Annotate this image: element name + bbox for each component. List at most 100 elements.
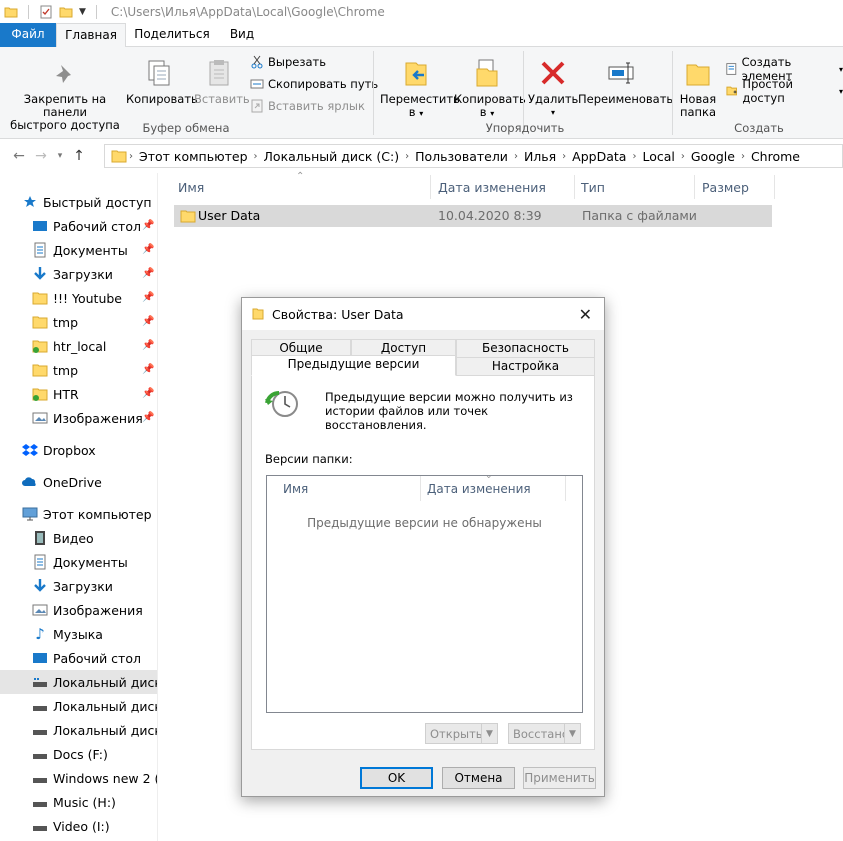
back-arrow-icon[interactable]: ← — [8, 145, 30, 167]
nav-item-drive-f[interactable]: Docs (F:) — [32, 742, 157, 766]
tab-file[interactable]: Файл — [0, 23, 56, 47]
pin-icon[interactable]: 📌 — [142, 388, 154, 399]
nav-this-pc[interactable]: Этот компьютер — [22, 502, 157, 526]
pin-icon[interactable]: 📌 — [142, 364, 154, 375]
nav-quick-access[interactable]: Быстрый доступ — [22, 190, 157, 214]
nav-item-downloads-pc[interactable]: Загрузки — [32, 574, 157, 598]
nav-item-videos[interactable]: Видео — [32, 526, 157, 550]
ok-button[interactable]: OK — [360, 767, 433, 789]
up-arrow-icon[interactable]: ↑ — [68, 145, 90, 167]
open-button[interactable]: Открыть ▼ — [425, 723, 498, 744]
pin-icon[interactable]: 📌 — [142, 316, 154, 327]
customize-toolbar-icon[interactable]: ▼ — [79, 7, 86, 17]
nav-item-tmp[interactable]: tmp 📌 — [32, 310, 157, 334]
versions-header-date[interactable]: Дата изменения — [421, 476, 565, 501]
breadcrumb-chevron-icon[interactable]: › — [129, 151, 133, 162]
tab-view[interactable]: Вид — [222, 23, 262, 47]
nav-dropbox[interactable]: Dropbox — [22, 438, 157, 462]
nav-item-drive-c[interactable]: Локальный диск (C — [0, 670, 157, 694]
breadcrumb-item[interactable]: Локальный диск (C:) — [264, 149, 400, 164]
close-icon[interactable]: ✕ — [579, 305, 592, 324]
versions-list[interactable]: Имя Дата изменения ⌄ Предыдущие версии н… — [266, 471, 583, 713]
breadcrumb-chevron-icon[interactable]: › — [632, 151, 636, 162]
pin-icon[interactable]: 📌 — [142, 244, 154, 255]
nav-item-drive-i[interactable]: Video (I:) — [32, 814, 157, 838]
breadcrumb-item[interactable]: Chrome — [751, 149, 800, 164]
apply-button[interactable]: Применить — [523, 767, 596, 789]
nav-item-drive-d[interactable]: Локальный диск (D — [32, 694, 157, 718]
breadcrumb-chevron-icon[interactable]: › — [681, 151, 685, 162]
cancel-button[interactable]: Отмена — [442, 767, 515, 789]
column-divider[interactable] — [565, 476, 566, 501]
breadcrumb-chevron-icon[interactable]: › — [514, 151, 518, 162]
pin-icon[interactable]: 📌 — [142, 268, 154, 279]
nav-item-tmp-2[interactable]: tmp 📌 — [32, 358, 157, 382]
column-header-name[interactable]: Имя — [174, 175, 430, 201]
nav-onedrive[interactable]: OneDrive — [22, 470, 157, 494]
column-divider[interactable] — [774, 175, 775, 199]
nav-item-pictures[interactable]: Изображения 📌 — [32, 406, 157, 430]
rename-button[interactable]: Переименовать — [578, 57, 673, 106]
dropdown-arrow-icon[interactable]: ▼ — [564, 724, 580, 743]
new-folder-icon[interactable] — [59, 5, 73, 19]
tab-security[interactable]: Безопасность — [456, 339, 595, 358]
delete-button[interactable]: Удалить ▾ — [528, 57, 578, 119]
forward-arrow-icon[interactable]: → — [30, 145, 52, 167]
column-header-date[interactable]: Дата изменения — [434, 175, 574, 201]
tab-customize[interactable]: Настройка — [456, 357, 595, 376]
recent-locations-icon[interactable]: ▾ — [52, 145, 68, 167]
move-to-button[interactable]: Переместить в ▾ — [380, 57, 460, 120]
nav-item-desktop[interactable]: Рабочий стол 📌 — [32, 214, 157, 238]
tab-previous-versions[interactable]: Предыдущие версии — [251, 355, 456, 376]
easy-access-button[interactable]: Простой доступ ▾ — [725, 77, 843, 105]
column-divider[interactable] — [694, 175, 695, 199]
nav-item-htr-local[interactable]: htr_local 📌 — [32, 334, 157, 358]
dropdown-arrow-icon[interactable]: ▼ — [481, 724, 497, 743]
pin-icon[interactable]: 📌 — [142, 292, 154, 303]
nav-item-drive-g[interactable]: Windows new 2 (G:) — [32, 766, 157, 790]
pin-icon[interactable]: 📌 — [142, 220, 154, 231]
tab-home[interactable]: Главная — [56, 23, 126, 48]
properties-icon[interactable] — [39, 5, 53, 19]
nav-item-drive-e[interactable]: Локальный диск (E — [32, 718, 157, 742]
nav-item-documents-pc[interactable]: Документы — [32, 550, 157, 574]
column-header-size[interactable]: Размер — [698, 175, 774, 201]
breadcrumb-item[interactable]: Local — [642, 149, 674, 164]
nav-item-youtube[interactable]: !!! Youtube 📌 — [32, 286, 157, 310]
copy-path-button[interactable]: Скопировать путь — [250, 77, 378, 91]
versions-header-name[interactable]: Имя — [267, 476, 420, 501]
nav-item-htr[interactable]: HTR 📌 — [32, 382, 157, 406]
nav-item-desktop-pc[interactable]: Рабочий стол — [32, 646, 157, 670]
dialog-title-bar[interactable]: Свойства: User Data ✕ — [242, 298, 604, 330]
cut-button[interactable]: Вырезать — [250, 55, 326, 69]
copy-button[interactable]: Копировать — [126, 57, 198, 106]
copy-to-button[interactable]: Копировать в ▾ — [454, 57, 526, 120]
pin-icon[interactable]: 📌 — [142, 412, 154, 423]
breadcrumb-chevron-icon[interactable]: › — [254, 151, 258, 162]
nav-item-documents[interactable]: Документы 📌 — [32, 238, 157, 262]
nav-item-drive-h[interactable]: Music (H:) — [32, 790, 157, 814]
paste-button[interactable]: Вставить — [194, 57, 250, 106]
restore-button[interactable]: Восстановить ▼ — [508, 723, 581, 744]
paste-shortcut-button[interactable]: Вставить ярлык — [250, 99, 365, 113]
nav-item-music[interactable]: ♪ Музыка — [32, 622, 157, 646]
nav-item-downloads[interactable]: Загрузки 📌 — [32, 262, 157, 286]
address-bar[interactable]: › Этот компьютер › Локальный диск (C:) ›… — [104, 144, 843, 168]
table-row[interactable]: User Data 10.04.2020 8:39 Папка с файлам… — [174, 205, 772, 227]
breadcrumb-item[interactable]: Илья — [524, 149, 556, 164]
breadcrumb-chevron-icon[interactable]: › — [562, 151, 566, 162]
pin-quick-access-button[interactable]: Закрепить на панели быстрого доступа — [4, 57, 126, 132]
breadcrumb-item[interactable]: Этот компьютер — [139, 149, 248, 164]
column-header-type[interactable]: Тип — [577, 175, 692, 201]
breadcrumb-chevron-icon[interactable]: › — [405, 151, 409, 162]
column-divider[interactable] — [574, 175, 575, 199]
breadcrumb-item[interactable]: Google — [691, 149, 735, 164]
nav-item-pictures-pc[interactable]: Изображения — [32, 598, 157, 622]
new-folder-button[interactable]: Новая папка — [676, 57, 720, 119]
breadcrumb-item[interactable]: AppData — [572, 149, 626, 164]
breadcrumb-item[interactable]: Пользователи — [415, 149, 508, 164]
tab-share[interactable]: Поделиться — [132, 23, 212, 47]
column-divider[interactable] — [430, 175, 431, 199]
breadcrumb-chevron-icon[interactable]: › — [741, 151, 745, 162]
pin-icon[interactable]: 📌 — [142, 340, 154, 351]
